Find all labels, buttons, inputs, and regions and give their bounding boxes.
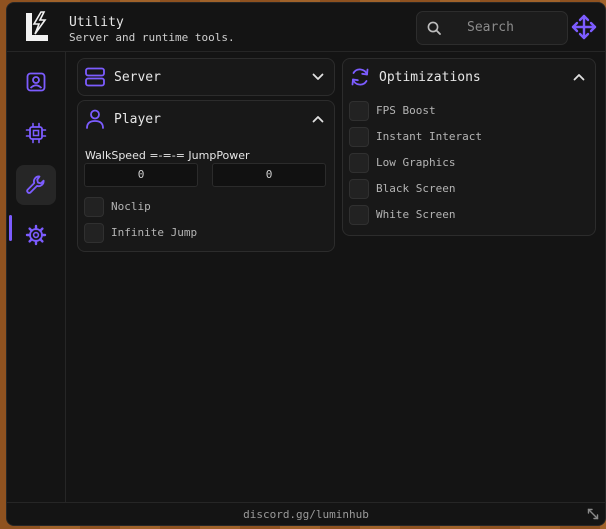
speed-label: WalkSpeed =-=-= JumpPower	[85, 149, 250, 162]
toggle-checkbox[interactable]	[84, 223, 104, 243]
server-panel-header[interactable]: Server	[78, 59, 334, 95]
server-panel-label: Server	[114, 70, 161, 85]
search-icon	[427, 21, 441, 35]
player-panel-label: Player	[114, 112, 161, 127]
toggle-checkbox[interactable]	[84, 197, 104, 217]
player-panel-header[interactable]: Player	[78, 101, 334, 137]
sidebar-item-chip[interactable]	[16, 113, 56, 153]
toggle-label: FPS Boost	[376, 104, 436, 117]
lumin-logo-icon	[26, 11, 48, 41]
active-indicator	[9, 215, 12, 241]
search-input[interactable]	[453, 17, 573, 37]
toggle-label: Low Graphics	[376, 156, 456, 169]
toggle-checkbox[interactable]	[349, 205, 369, 225]
optimizations-panel-label: Optimizations	[379, 70, 481, 85]
utility-window: Utility Server and runtime tools. Search…	[6, 2, 606, 526]
walkspeed-input[interactable]: 0	[84, 163, 198, 187]
move-icon[interactable]	[571, 14, 597, 40]
sidebar-item-settings[interactable]	[16, 215, 56, 255]
gear-icon	[25, 224, 47, 246]
chevron-up-icon	[312, 116, 324, 123]
toggle-label: Infinite Jump	[111, 226, 198, 239]
search-box[interactable]	[416, 11, 573, 45]
wrench-icon	[26, 175, 45, 194]
sidebar-item-profile[interactable]	[16, 62, 56, 102]
chevron-up-icon	[573, 74, 585, 81]
toggle-checkbox[interactable]	[349, 127, 369, 147]
player-panel: Player WalkSpeed =-=-= JumpPower 0 0 Noc…	[77, 100, 335, 252]
header: Utility Server and runtime tools.	[7, 3, 605, 52]
toggle-checkbox[interactable]	[349, 179, 369, 199]
footer: discord.gg/luminhub	[7, 502, 605, 525]
discord-link[interactable]: discord.gg/luminhub	[7, 508, 605, 521]
jumppower-input[interactable]: 0	[212, 163, 326, 187]
optimizations-panel: Optimizations FPS Boost Instant Interact…	[342, 58, 596, 236]
toggle-label: White Screen	[376, 208, 456, 221]
toggle-checkbox[interactable]	[349, 101, 369, 121]
toggle-label: Noclip	[111, 200, 151, 213]
optimizations-panel-header[interactable]: Optimizations	[343, 59, 595, 95]
toggle-label: Black Screen	[376, 182, 456, 195]
sidebar-item-tools[interactable]	[16, 165, 56, 205]
profile-icon	[26, 72, 46, 92]
page-title: Utility	[69, 15, 124, 30]
refresh-icon	[351, 68, 369, 86]
toggle-label: Instant Interact	[376, 130, 482, 143]
resize-icon[interactable]	[587, 508, 599, 520]
server-icon	[85, 67, 105, 87]
page-subtitle: Server and runtime tools.	[69, 31, 235, 44]
chevron-down-icon	[312, 73, 324, 80]
server-panel: Server	[77, 58, 335, 96]
user-icon	[86, 109, 104, 129]
toggle-checkbox[interactable]	[349, 153, 369, 173]
sidebar	[7, 52, 66, 502]
chip-icon	[25, 122, 47, 144]
